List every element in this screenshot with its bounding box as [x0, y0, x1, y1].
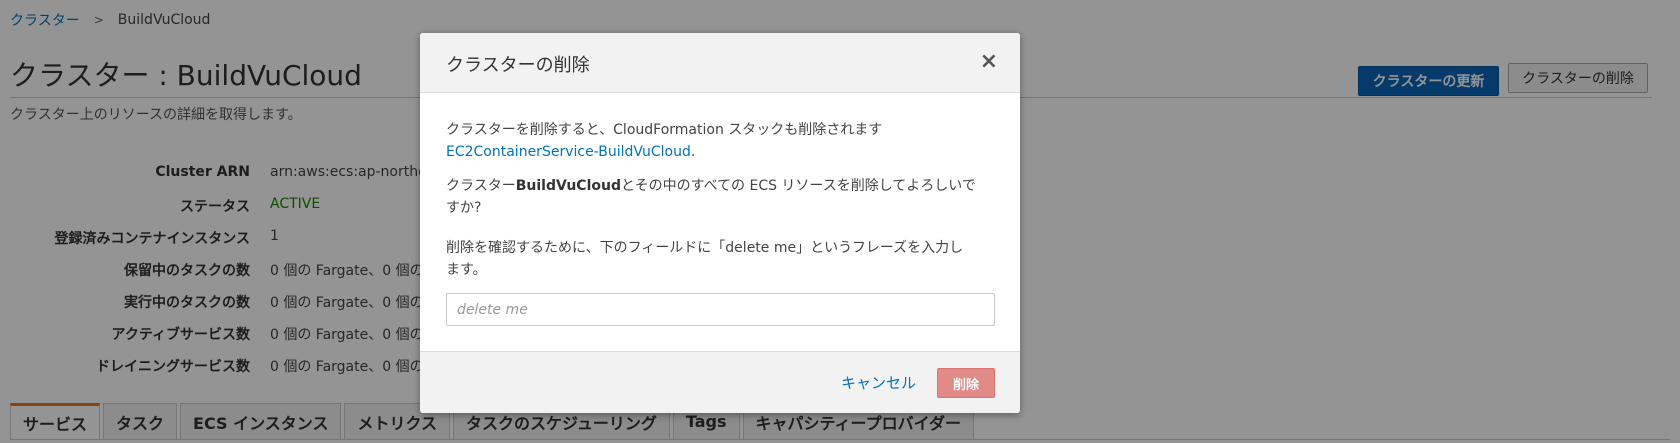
cloudformation-stack-link[interactable]: EC2ContainerService-BuildVuCloud	[446, 144, 691, 160]
confirm-instruction: 削除を確認するために、下のフィールドに「delete me」というフレーズを入力…	[446, 240, 964, 278]
delete-cluster-dialog: クラスターの削除 × クラスターを削除すると、CloudFormation スタ…	[420, 33, 1020, 413]
close-icon[interactable]: ×	[980, 51, 998, 73]
delete-confirm-input[interactable]	[446, 293, 995, 326]
cancel-button[interactable]: キャンセル	[841, 372, 916, 393]
confirm-delete-button[interactable]: 削除	[937, 368, 995, 398]
dialog-body: クラスターを削除すると、CloudFormation スタックも削除されます E…	[420, 93, 1020, 351]
cluster-name: BuildVuCloud	[515, 178, 621, 194]
cloudformation-notice: クラスターを削除すると、CloudFormation スタックも削除されます E…	[446, 119, 994, 163]
dialog-title: クラスターの削除	[446, 55, 590, 76]
question-prefix: クラスター	[446, 178, 516, 194]
notice-period: .	[690, 144, 696, 160]
confirm-question: クラスターBuildVuCloudとその中のすべての ECS リソースを削除して…	[446, 175, 976, 219]
dialog-footer: キャンセル 削除	[420, 351, 1020, 413]
notice-text: クラスターを削除すると、CloudFormation スタックも削除されます	[446, 122, 883, 138]
dialog-header: クラスターの削除 ×	[420, 33, 1020, 93]
